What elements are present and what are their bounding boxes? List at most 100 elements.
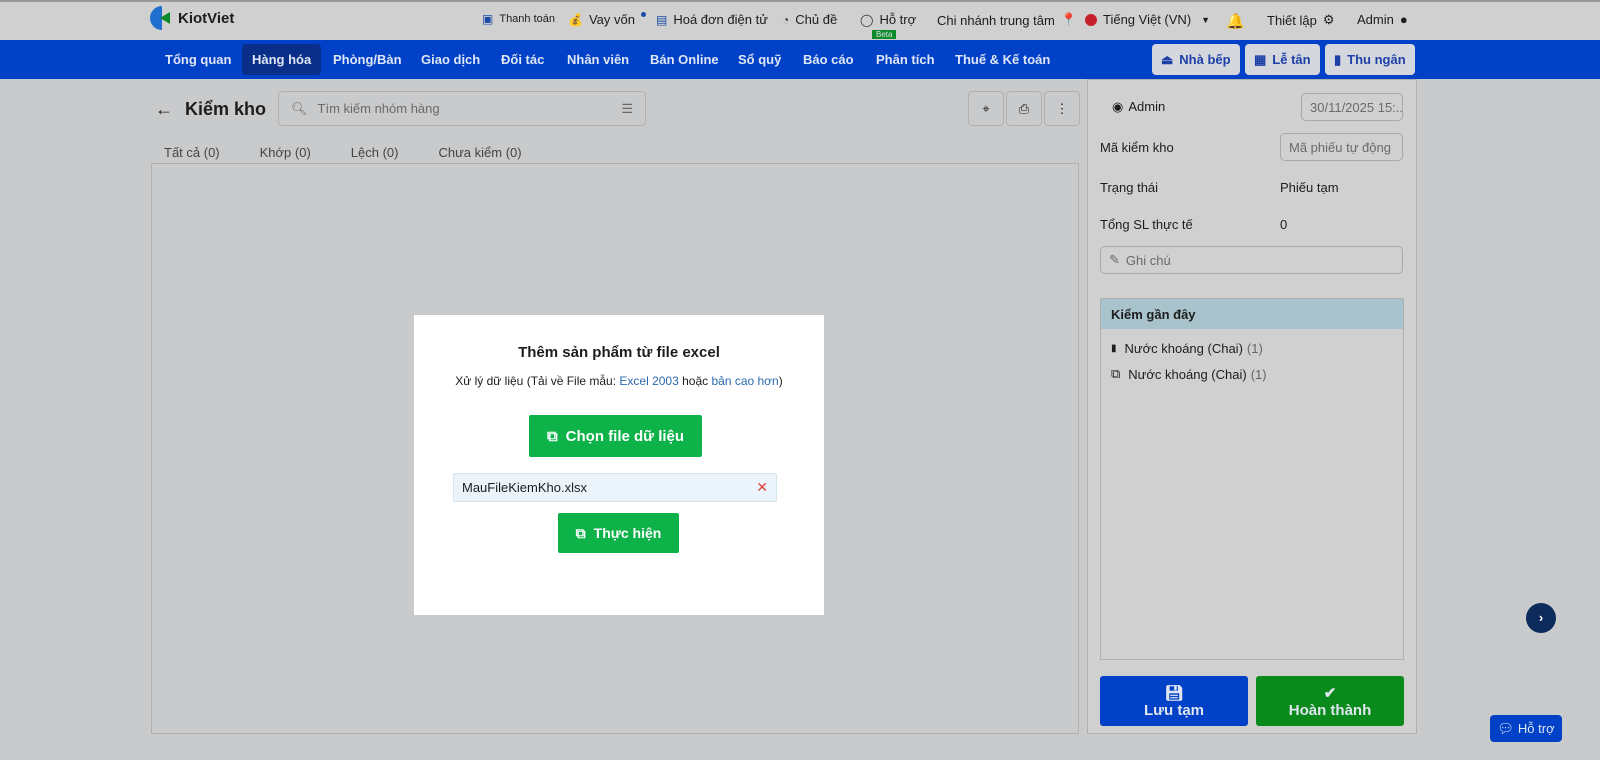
creator: ◉ Admin xyxy=(1112,99,1165,115)
nav-overview[interactable]: Tổng quan xyxy=(155,44,241,75)
language-selector[interactable]: Tiếng Việt (VN) ▼ xyxy=(1085,12,1210,27)
import-excel-modal: Thêm sản phẩm từ file excel Xử lý dữ liệ… xyxy=(414,315,824,615)
notification-dot xyxy=(640,12,646,17)
more-button[interactable]: ⋮ xyxy=(1044,91,1080,126)
bottle-icon: ▮ xyxy=(1111,342,1117,354)
wallet-icon: ▣ xyxy=(482,12,494,26)
kiotviet-logo-icon xyxy=(150,6,172,30)
main-nav: Tổng quan Hàng hóa Phòng/Bàn Giao dịch Đ… xyxy=(0,40,1600,79)
branch-selector[interactable]: Chi nhánh trung tâm 📍 xyxy=(937,12,1077,28)
nav-reports[interactable]: Báo cáo xyxy=(793,44,864,75)
status-value: Phiếu tạm xyxy=(1280,180,1339,195)
settings-link[interactable]: Thiết lập ⚙ xyxy=(1267,12,1335,28)
nav-partners[interactable]: Đối tác xyxy=(491,44,554,75)
cashier-button[interactable]: ▮ Thu ngân xyxy=(1325,44,1415,75)
language-label: Tiếng Việt (VN) xyxy=(1103,12,1192,27)
search-placeholder: Tìm kiếm nhóm hàng xyxy=(317,101,440,116)
back-arrow-icon[interactable]: ← xyxy=(155,99,173,120)
print-button[interactable]: ⎙ xyxy=(1006,91,1042,126)
nav-products[interactable]: Hàng hóa xyxy=(242,44,322,75)
newer-version-link[interactable]: bản cao hơn xyxy=(711,374,778,388)
link-label: Hỗ trợ xyxy=(879,12,917,27)
search-input[interactable]: 🔍︎ Tìm kiếm nhóm hàng ☰ xyxy=(278,91,646,126)
button-label: Nhà bếp xyxy=(1179,52,1231,67)
list-item[interactable]: ▮ Nước khoáng (Chai) (1) xyxy=(1101,335,1403,361)
choose-file-button[interactable]: ⧉ Chọn file dữ liệu xyxy=(529,415,702,457)
link-label: Hoá đơn điện tử xyxy=(673,12,768,27)
calendar-check-icon: ▦ xyxy=(1254,51,1267,67)
user-menu[interactable]: Admin ● xyxy=(1357,12,1408,27)
link-theme[interactable]: ◔ Chủ đề xyxy=(782,12,837,27)
logo[interactable]: KiotViet xyxy=(150,6,234,30)
branch-label: Chi nhánh trung tâm xyxy=(937,12,1055,28)
recent-title: Kiểm gần đây xyxy=(1101,299,1403,329)
reception-button[interactable]: ▦ Lễ tân xyxy=(1245,44,1320,75)
caret-down-icon: ▼ xyxy=(1201,14,1211,25)
brand-name: KiotViet xyxy=(178,9,235,27)
beta-badge: Beta xyxy=(872,30,897,39)
excel-2003-link[interactable]: Excel 2003 xyxy=(619,374,678,388)
save-draft-button[interactable]: 💾︎ Lưu tạm xyxy=(1100,676,1248,726)
desc-text: Xử lý dữ liệu (Tải về File mẫu: xyxy=(455,374,620,388)
item-count: (1) xyxy=(1250,366,1267,382)
button-label: Thực hiện xyxy=(593,525,662,541)
button-label: Lưu tạm xyxy=(1143,701,1205,719)
desc-text: ) xyxy=(778,374,783,388)
execute-button[interactable]: ⧉ Thực hiện xyxy=(558,513,679,553)
gear-icon: ⚙ xyxy=(1322,12,1335,27)
link-payment[interactable]: ▣ Thanh toán xyxy=(482,12,555,26)
user-label: Admin xyxy=(1357,12,1394,27)
floppy-icon: 💾︎ xyxy=(1164,684,1184,702)
search-icon: 🔍︎ xyxy=(291,100,308,116)
button-label: Chọn file dữ liệu xyxy=(565,427,685,445)
date-input[interactable]: 30/11/2025 15:... xyxy=(1301,93,1403,121)
help-button[interactable]: 💬︎ Hỗ trợ xyxy=(1490,715,1562,742)
note-input[interactable]: ✎ Ghi chú xyxy=(1100,246,1403,274)
button-label: Hoàn thành xyxy=(1288,701,1372,719)
list-icon[interactable]: ☰ xyxy=(621,101,633,117)
nav-cashbook[interactable]: Sổ quỹ xyxy=(728,44,791,75)
nav-rooms[interactable]: Phòng/Bàn xyxy=(323,44,412,75)
link-loan[interactable]: 💰 Vay vốn xyxy=(568,12,646,27)
total-label: Tổng SL thực tế xyxy=(1100,217,1193,232)
button-label: Lễ tân xyxy=(1272,52,1311,67)
help-label: Hỗ trợ xyxy=(1517,721,1555,736)
chat-bubble-icon: 💬︎ xyxy=(1497,720,1514,736)
item-name: Nước khoáng (Chai) xyxy=(1124,340,1243,356)
note-placeholder: Ghi chú xyxy=(1125,252,1171,268)
nav-online[interactable]: Bán Online xyxy=(640,44,729,75)
nav-tax[interactable]: Thuế & Kế toán xyxy=(945,44,1060,75)
link-label: Vay vốn xyxy=(588,12,635,27)
invoice-icon: ▤ xyxy=(656,12,668,27)
modal-title: Thêm sản phẩm từ file excel xyxy=(518,344,720,361)
barcode-scanner-button[interactable]: ⌖ xyxy=(968,91,1004,126)
creator-name: Admin xyxy=(1128,99,1166,114)
nav-staff[interactable]: Nhân viên xyxy=(557,44,639,75)
bell-icon[interactable]: 🔔 xyxy=(1226,12,1245,30)
link-support[interactable]: ◯ Hỗ trợ xyxy=(860,12,916,27)
link-einvoice[interactable]: ▤ Hoá đơn điện tử xyxy=(656,12,768,27)
modal-description: Xử lý dữ liệu (Tải về File mẫu: Excel 20… xyxy=(414,374,824,388)
item-name: Nước khoáng (Chai) xyxy=(1128,366,1247,382)
vn-flag-icon xyxy=(1085,13,1097,26)
list-item[interactable]: ⧉ Nước khoáng (Chai) (1) xyxy=(1101,361,1403,387)
link-label: Chủ đề xyxy=(795,12,838,27)
chat-icon: ◯ xyxy=(860,12,874,27)
nav-transactions[interactable]: Giao dịch xyxy=(411,44,490,75)
check-icon: ✔ xyxy=(1323,684,1337,702)
remove-file-icon[interactable]: ✕ xyxy=(756,479,768,496)
money-bag-icon: 💰 xyxy=(568,12,583,27)
copy-icon: ⧉ xyxy=(575,524,586,541)
code-input[interactable]: Mã phiếu tự động xyxy=(1280,133,1403,161)
item-count: (1) xyxy=(1246,340,1263,356)
chevron-right-icon[interactable]: › xyxy=(1526,603,1556,633)
settings-label: Thiết lập xyxy=(1267,12,1317,28)
kitchen-button[interactable]: ⏏ Nhà bếp xyxy=(1152,44,1240,75)
code-label: Mã kiểm kho xyxy=(1100,140,1174,155)
vertical-dots-icon: ⋮ xyxy=(1055,100,1069,116)
file-icon: ▮ xyxy=(1334,51,1342,67)
location-pin-icon: 📍 xyxy=(1060,12,1077,27)
nav-analytics[interactable]: Phân tích xyxy=(866,44,945,75)
user-circle-icon: ● xyxy=(1399,12,1408,27)
complete-button[interactable]: ✔ Hoàn thành xyxy=(1256,676,1404,726)
